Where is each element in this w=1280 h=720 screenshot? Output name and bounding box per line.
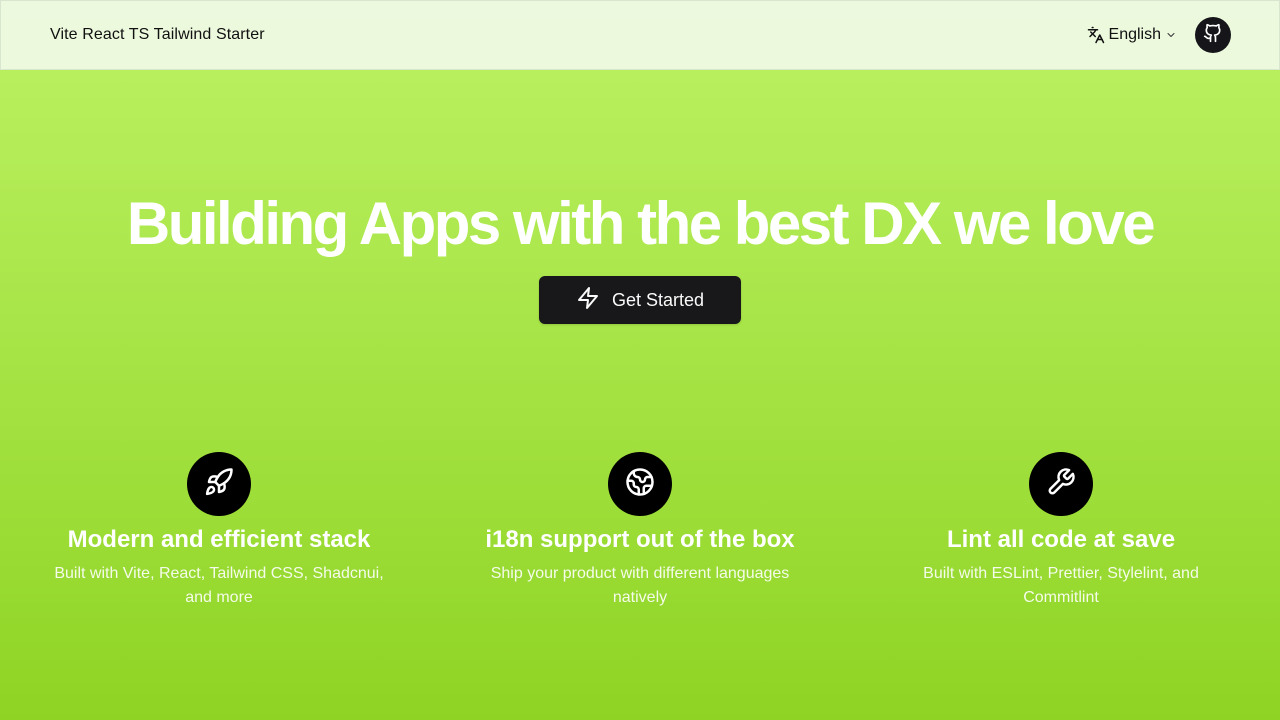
feature-icon-wrapper	[187, 452, 251, 516]
get-started-label: Get Started	[611, 289, 705, 310]
feature-description: Ship your product with different languag…	[490, 565, 790, 606]
brand-link[interactable]: Vite React TS Tailwind Starter	[50, 26, 265, 44]
rocket-icon	[204, 467, 234, 502]
feature-icon-wrapper	[1029, 452, 1093, 516]
feature-card-i18n: i18n support out of the box Ship your pr…	[460, 452, 820, 610]
feature-description: Built with Vite, React, Tailwind CSS, Sh…	[54, 565, 384, 606]
chevron-down-icon	[1165, 29, 1177, 41]
navbar-actions: English	[1087, 17, 1231, 53]
language-label: English	[1108, 26, 1161, 43]
zap-icon	[576, 286, 600, 315]
feature-title: i18n support out of the box	[485, 526, 795, 553]
navbar: Vite React TS Tailwind Starter English	[0, 0, 1280, 70]
feature-title: Modern and efficient stack	[67, 526, 371, 553]
hero-title: Building Apps with the best DX we love	[126, 190, 1156, 257]
feature-card-stack: Modern and efficient stack Built with Vi…	[39, 452, 399, 610]
feature-icon-wrapper	[608, 452, 672, 516]
language-selector[interactable]: English	[1087, 26, 1177, 44]
translate-icon	[1087, 26, 1105, 44]
feature-title: Lint all code at save	[946, 526, 1176, 553]
github-icon	[1203, 23, 1223, 48]
wrench-icon	[1046, 467, 1076, 502]
feature-description: Built with ESLint, Prettier, Stylelint, …	[923, 565, 1199, 606]
github-button[interactable]	[1195, 17, 1231, 53]
feature-card-lint: Lint all code at save Built with ESLint,…	[881, 452, 1241, 610]
globe-icon	[625, 467, 655, 502]
get-started-button[interactable]: Get Started	[539, 276, 741, 324]
